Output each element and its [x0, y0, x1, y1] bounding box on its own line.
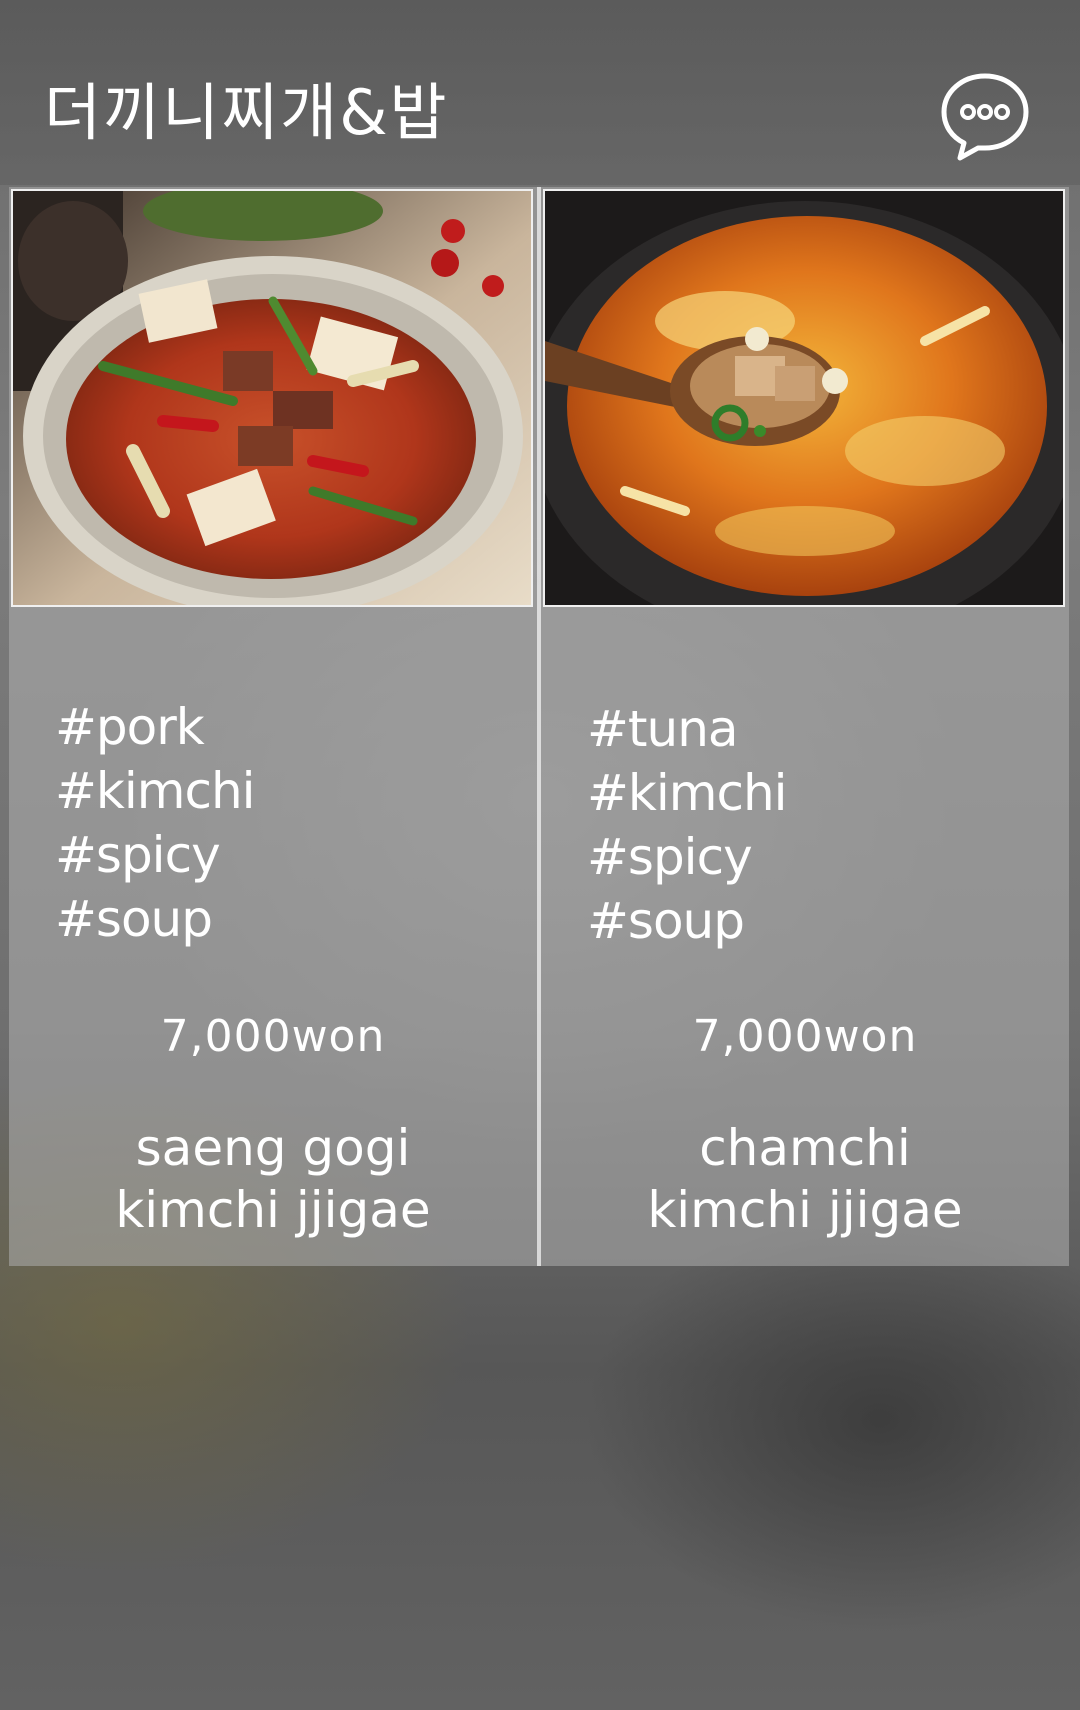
dish-name-line: kimchi jjigae [647, 1181, 963, 1239]
tuna-kimchi-jjigae-photo [543, 189, 1065, 607]
tag: #kimchi [55, 762, 256, 820]
tag: #pork [55, 698, 205, 756]
tag: #spicy [587, 828, 753, 886]
menu-card-pork-kimchi-jjigae[interactable]: #pork #kimchi #spicy #soup 7,000won saen… [9, 187, 537, 1266]
tag: #tuna [587, 700, 739, 758]
dish-name-line: saeng gogi [135, 1119, 411, 1177]
dish-name-line: chamchi [699, 1119, 911, 1177]
tag: #kimchi [587, 764, 788, 822]
tag: #spicy [55, 826, 221, 884]
restaurant-title: 더끼니찌개&밥 [44, 76, 449, 149]
dish-name: chamchi kimchi jjigae [541, 1117, 1069, 1241]
tag: #soup [587, 892, 745, 950]
menu-card-tuna-kimchi-jjigae[interactable]: #tuna #kimchi #spicy #soup 7,000won cham… [541, 187, 1069, 1266]
dish-name: saeng gogi kimchi jjigae [9, 1117, 537, 1241]
dish-name-line: kimchi jjigae [115, 1181, 431, 1239]
price-label: 7,000won [160, 1011, 386, 1062]
tag-list: #pork #kimchi #spicy #soup [55, 695, 256, 951]
chat-bubble-ellipsis-icon[interactable] [938, 70, 1032, 164]
price-label: 7,000won [692, 1011, 918, 1062]
tag-list: #tuna #kimchi #spicy #soup [587, 697, 788, 953]
app-header: 더끼니찌개&밥 [0, 0, 1080, 185]
menu-grid: #pork #kimchi #spicy #soup 7,000won saen… [9, 187, 1069, 1266]
pork-kimchi-jjigae-photo [11, 189, 533, 607]
tag: #soup [55, 890, 213, 948]
